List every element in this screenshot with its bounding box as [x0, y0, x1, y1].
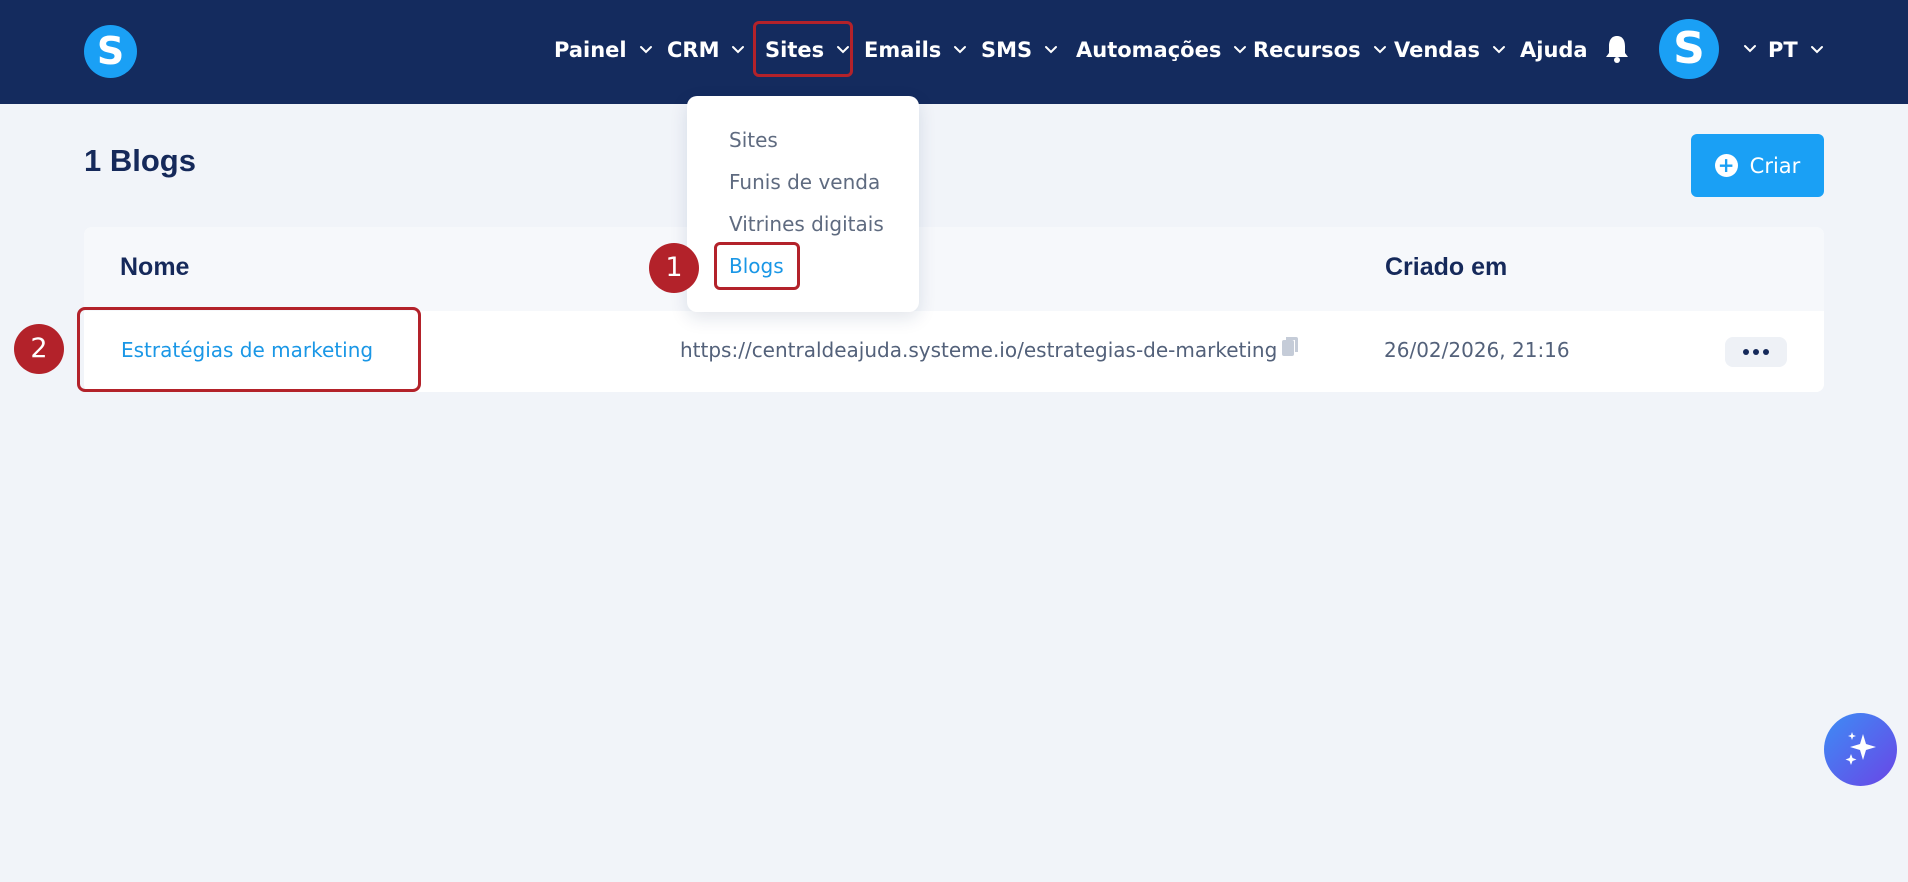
nav-item-label: CRM — [667, 38, 720, 62]
dot — [1763, 349, 1769, 355]
dropdown-item-funis[interactable]: Funis de venda — [729, 170, 880, 194]
nav-item-crm[interactable]: CRM — [667, 30, 745, 70]
step-marker-2: 2 — [14, 324, 64, 374]
plus-icon: + — [1714, 154, 1738, 177]
nav-item-vendas[interactable]: Vendas — [1394, 30, 1506, 70]
create-button[interactable]: + Criar — [1691, 134, 1824, 197]
copy-icon[interactable] — [1280, 335, 1300, 359]
chevron-down-icon — [1233, 45, 1247, 55]
chevron-down-icon — [1044, 45, 1058, 55]
top-navbar: S Painel CRM Sites Emails SMS Automações… — [0, 0, 1908, 104]
language-selector[interactable]: PT — [1768, 30, 1824, 70]
nav-item-ajuda[interactable]: Ajuda — [1520, 30, 1588, 70]
blog-url: https://centraldeajuda.systeme.io/estrat… — [680, 338, 1278, 362]
nav-item-label: Automações — [1076, 38, 1222, 62]
nav-item-emails[interactable]: Emails — [864, 30, 967, 70]
chevron-down-icon[interactable] — [1743, 44, 1757, 54]
dropdown-item-vitrines[interactable]: Vitrines digitais — [729, 212, 884, 236]
dot — [1753, 349, 1759, 355]
chevron-down-icon — [1492, 45, 1506, 55]
sparkle-icon — [1841, 728, 1881, 772]
nav-item-label: Painel — [554, 38, 627, 62]
ai-assistant-button[interactable] — [1824, 713, 1897, 786]
nav-item-recursos[interactable]: Recursos — [1253, 30, 1387, 70]
chevron-down-icon — [639, 45, 653, 55]
table-header: Nome Criado em — [84, 227, 1824, 311]
chevron-down-icon — [1373, 45, 1387, 55]
chevron-down-icon — [953, 45, 967, 55]
chevron-down-icon — [731, 45, 745, 55]
create-button-label: Criar — [1749, 153, 1801, 178]
chevron-down-icon — [1810, 45, 1824, 55]
more-icon[interactable] — [1725, 337, 1787, 367]
step-marker-1: 1 — [649, 243, 699, 293]
blogs-highlight-box — [714, 242, 800, 290]
dropdown-item-sites[interactable]: Sites — [729, 128, 778, 152]
bell-icon[interactable] — [1604, 34, 1630, 64]
column-header-created: Criado em — [1385, 253, 1508, 281]
avatar[interactable]: S — [1659, 19, 1719, 79]
nav-item-automacoes[interactable]: Automações — [1076, 30, 1247, 70]
sites-highlight-box — [753, 21, 853, 77]
nav-item-label: Vendas — [1394, 38, 1480, 62]
nav-item-painel[interactable]: Painel — [554, 30, 653, 70]
blog-created-date: 26/02/2026, 21:16 — [1384, 338, 1570, 362]
blog-name-highlight-box — [77, 307, 421, 392]
nav-item-label: Recursos — [1253, 38, 1361, 62]
nav-item-label: SMS — [981, 38, 1033, 62]
language-label: PT — [1768, 38, 1798, 62]
page-title: 1 Blogs — [84, 143, 196, 178]
nav-item-label: Emails — [864, 38, 942, 62]
column-header-name: Nome — [120, 253, 190, 281]
dot — [1743, 349, 1749, 355]
logo-icon[interactable]: S — [84, 25, 137, 78]
nav-item-label: Ajuda — [1520, 38, 1588, 62]
nav-item-sms[interactable]: SMS — [981, 30, 1058, 70]
